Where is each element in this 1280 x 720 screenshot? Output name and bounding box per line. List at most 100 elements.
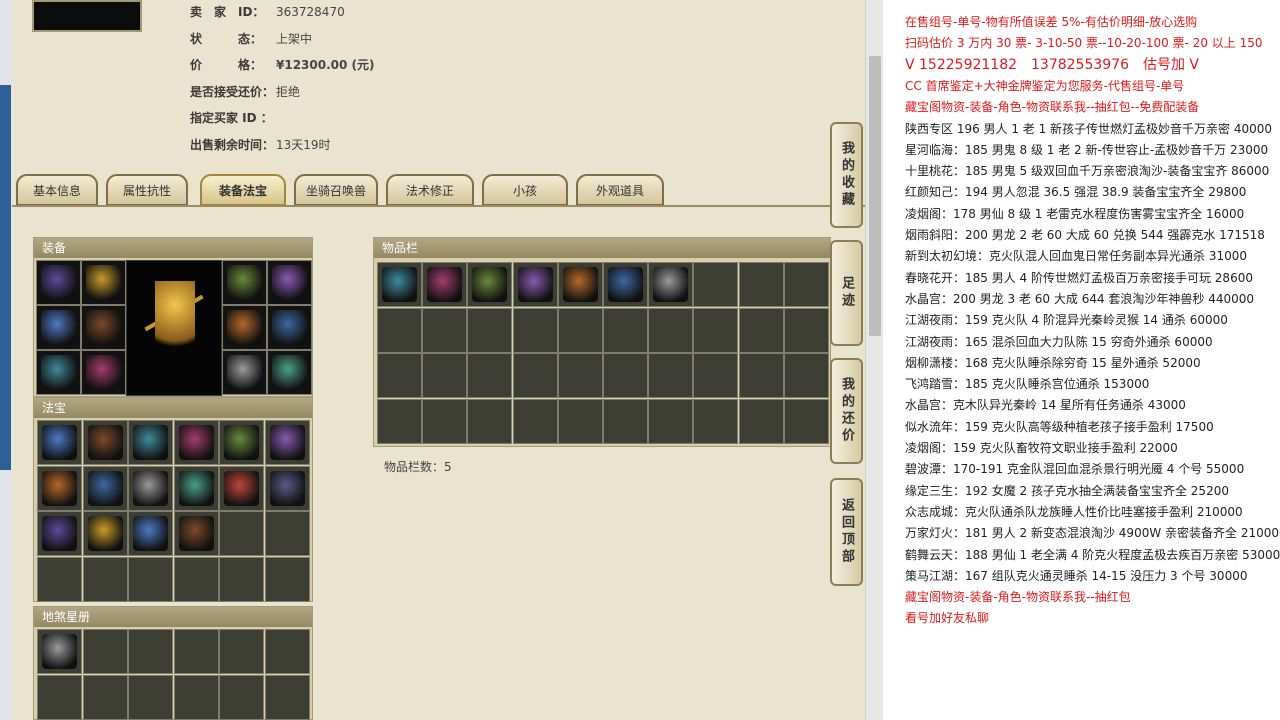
item-slot-filled[interactable] [512, 262, 558, 307]
item-slot-empty[interactable] [738, 353, 784, 398]
tab-basic-info[interactable]: 基本信息 [16, 174, 98, 206]
item-slot-filled[interactable] [37, 420, 82, 465]
item-slot-filled[interactable] [422, 262, 468, 307]
item-slot-filled[interactable] [603, 262, 648, 307]
item-slot-empty[interactable] [467, 307, 513, 353]
item-slot-empty[interactable] [467, 398, 513, 444]
item-slot-empty[interactable] [783, 353, 829, 398]
item-slot-filled[interactable] [82, 511, 128, 556]
tab-attributes[interactable]: 属性抗性 [106, 174, 188, 206]
item-slot-empty[interactable] [648, 398, 694, 444]
item-slot-empty[interactable] [219, 556, 264, 602]
item-slot-filled[interactable] [37, 511, 82, 556]
item-slot-empty[interactable] [557, 398, 603, 444]
item-slot-filled[interactable] [82, 465, 128, 511]
item-slot-empty[interactable] [512, 353, 558, 398]
item-slot-filled[interactable] [81, 260, 126, 305]
item-slot-empty[interactable] [82, 674, 128, 720]
item-slot-filled[interactable] [267, 350, 312, 395]
item-slot-empty[interactable] [467, 353, 513, 398]
item-slot-empty[interactable] [738, 262, 784, 307]
item-slot-empty[interactable] [82, 556, 128, 602]
item-slot-empty[interactable] [264, 674, 310, 720]
item-slot-filled[interactable] [173, 511, 219, 556]
item-slot-filled[interactable] [81, 305, 126, 350]
item-slot-filled[interactable] [222, 350, 267, 395]
item-slot-filled[interactable] [82, 420, 128, 465]
item-slot-empty[interactable] [377, 307, 422, 353]
item-slot-empty[interactable] [693, 353, 739, 398]
tab-mounts-pets[interactable]: 坐骑召唤兽 [294, 174, 378, 206]
item-slot-empty[interactable] [693, 398, 739, 444]
item-slot-empty[interactable] [173, 629, 219, 674]
item-slot-empty[interactable] [219, 511, 264, 556]
item-slot-empty[interactable] [128, 674, 173, 720]
item-slot-empty[interactable] [128, 629, 173, 674]
item-slot-filled[interactable] [264, 465, 310, 511]
item-slot-empty[interactable] [557, 307, 603, 353]
item-slot-filled[interactable] [37, 629, 82, 674]
tab-appearance[interactable]: 外观道具 [576, 174, 664, 206]
my-favorites-button[interactable]: 我的收藏 [830, 122, 863, 228]
item-slot-filled[interactable] [128, 465, 173, 511]
item-slot-empty[interactable] [603, 307, 648, 353]
my-counter-offer-button[interactable]: 我的还价 [830, 358, 863, 464]
item-slot-filled[interactable] [36, 260, 81, 305]
item-slot-empty[interactable] [422, 307, 468, 353]
item-slot-filled[interactable] [37, 465, 82, 511]
item-slot-filled[interactable] [222, 260, 267, 305]
item-slot-empty[interactable] [738, 398, 784, 444]
item-slot-empty[interactable] [173, 556, 219, 602]
item-slot-empty[interactable] [693, 307, 739, 353]
footprint-button[interactable]: 足迹 [830, 240, 863, 346]
scrollbar-thumb[interactable] [869, 56, 881, 336]
item-slot-filled[interactable] [173, 420, 219, 465]
back-to-top-button[interactable]: 返回顶部 [830, 478, 863, 586]
item-slot-empty[interactable] [37, 674, 82, 720]
item-slot-filled[interactable] [219, 465, 264, 511]
item-slot-filled[interactable] [128, 420, 173, 465]
item-slot-filled[interactable] [264, 420, 310, 465]
item-slot-empty[interactable] [693, 262, 739, 307]
item-slot-filled[interactable] [81, 350, 126, 395]
item-slot-filled[interactable] [648, 262, 694, 307]
item-slot-empty[interactable] [648, 353, 694, 398]
item-slot-filled[interactable] [267, 260, 312, 305]
item-slot-empty[interactable] [557, 353, 603, 398]
item-slot-filled[interactable] [467, 262, 513, 307]
item-slot-filled[interactable] [128, 511, 173, 556]
item-slot-empty[interactable] [37, 556, 82, 602]
item-slot-empty[interactable] [264, 511, 310, 556]
tab-child[interactable]: 小孩 [482, 174, 568, 206]
item-slot-empty[interactable] [377, 398, 422, 444]
item-slot-filled[interactable] [377, 262, 422, 307]
item-slot-empty[interactable] [648, 307, 694, 353]
item-slot-empty[interactable] [422, 353, 468, 398]
item-slot-empty[interactable] [603, 353, 648, 398]
item-slot-empty[interactable] [512, 307, 558, 353]
item-slot-empty[interactable] [264, 629, 310, 674]
item-slot-empty[interactable] [377, 353, 422, 398]
item-slot-filled[interactable] [267, 305, 312, 350]
item-slot-empty[interactable] [173, 674, 219, 720]
item-slot-empty[interactable] [219, 629, 264, 674]
item-slot-empty[interactable] [738, 307, 784, 353]
item-slot-empty[interactable] [512, 398, 558, 444]
tab-spell-correction[interactable]: 法术修正 [386, 174, 474, 206]
item-slot-filled[interactable] [36, 350, 81, 395]
item-slot-empty[interactable] [783, 262, 829, 307]
item-slot-filled[interactable] [219, 420, 264, 465]
item-slot-empty[interactable] [783, 307, 829, 353]
item-slot-filled[interactable] [36, 305, 81, 350]
item-slot-filled[interactable] [557, 262, 603, 307]
item-slot-empty[interactable] [422, 398, 468, 444]
item-slot-empty[interactable] [219, 674, 264, 720]
tab-equipment-fabao[interactable]: 装备法宝 [200, 174, 286, 206]
item-slot-empty[interactable] [128, 556, 173, 602]
item-slot-empty[interactable] [603, 398, 648, 444]
item-slot-empty[interactable] [82, 629, 128, 674]
item-slot-filled[interactable] [222, 305, 267, 350]
item-slot-filled[interactable] [173, 465, 219, 511]
vertical-scrollbar[interactable] [865, 0, 884, 720]
item-slot-empty[interactable] [783, 398, 829, 444]
